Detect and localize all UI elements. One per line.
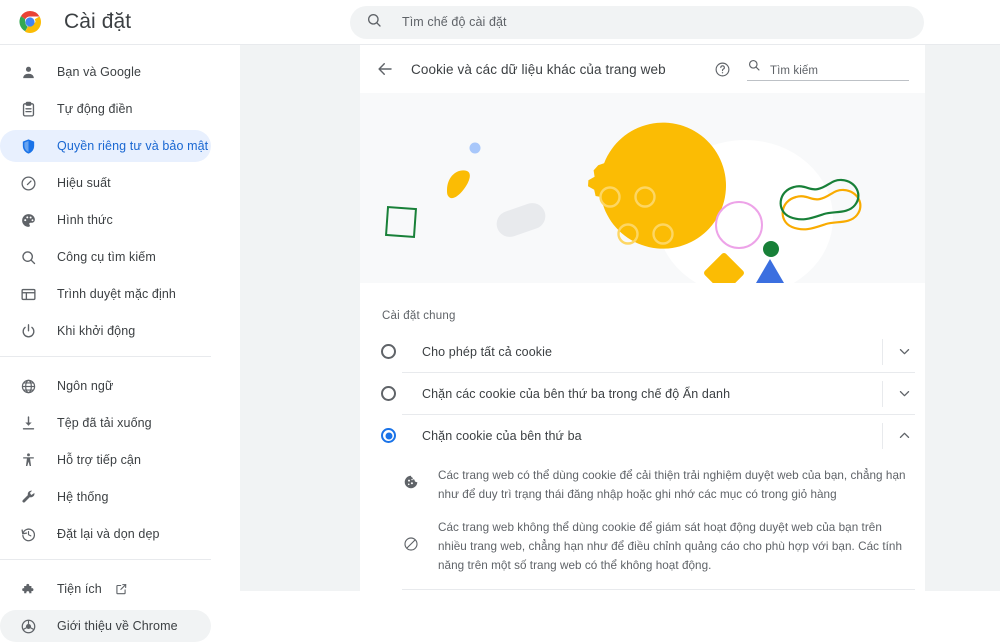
sidebar-item-label: Ngôn ngữ	[57, 379, 114, 393]
option-block-third-party[interactable]: Chặn cookie của bên thứ ba	[360, 415, 925, 456]
help-circle-icon[interactable]	[709, 56, 735, 82]
sidebar-item-label: Giới thiệu về Chrome	[57, 619, 178, 633]
sidebar-item-label: Quyền riêng tư và bảo mật	[57, 139, 209, 153]
sidebar-item-label: Hỗ trợ tiếp cận	[57, 453, 142, 467]
sidebar-item-hinh-thuc[interactable]: Hình thức	[0, 204, 211, 236]
sidebar-item-hieu-suat[interactable]: Hiệu suất	[0, 167, 211, 199]
option-label: Cho phép tất cả cookie	[422, 344, 553, 359]
globe-icon	[18, 376, 38, 396]
content-title: Cookie và các dữ liệu khác của trang web	[411, 61, 666, 77]
section-title: Cài đặt chung	[382, 310, 456, 322]
puzzle-icon	[18, 579, 38, 599]
sidebar-item-ho-tro-tiep-can[interactable]: Hỗ trợ tiếp cận	[0, 444, 211, 476]
content-search-field[interactable]: Tìm kiếm	[747, 58, 909, 81]
chevron-down-icon[interactable]	[883, 344, 925, 359]
option-label: Chặn cookie của bên thứ ba	[422, 428, 582, 443]
radio-button[interactable]	[381, 344, 396, 359]
sidebar-item-ngon-ngu[interactable]: Ngôn ngữ	[0, 370, 211, 402]
shield-icon	[18, 136, 38, 156]
chevron-up-icon[interactable]	[883, 428, 925, 443]
top-bar: Cài đặt Tìm chế độ cài đặt	[0, 0, 1000, 45]
restore-icon	[18, 524, 38, 544]
option-details: Các trang web có thể dùng cookie để cải …	[360, 456, 925, 590]
sidebar-item-label: Hiệu suất	[57, 176, 111, 190]
sidebar-item-trinh-duyet-mac-dinh[interactable]: Trình duyệt mặc định	[0, 278, 211, 310]
sidebar-item-label: Hình thức	[57, 213, 113, 227]
speedometer-icon	[18, 173, 38, 193]
option-label: Chặn các cookie của bên thứ ba trong chế…	[422, 386, 731, 401]
sidebar: Bạn và Google Tự động điền Quyền riêng t…	[0, 45, 240, 642]
wrench-icon	[18, 487, 38, 507]
sidebar-item-label: Đặt lại và dọn dẹp	[57, 527, 160, 541]
sidebar-item-label: Trình duyệt mặc định	[57, 287, 176, 301]
radio-button[interactable]	[381, 386, 396, 401]
sidebar-item-he-thong[interactable]: Hệ thống	[0, 481, 211, 513]
detail-text: Các trang web có thể dùng cookie để cải …	[438, 469, 906, 501]
chrome-logo-icon	[18, 10, 42, 34]
sidebar-item-quyen-rieng-tu-va-bao-mat[interactable]: Quyền riêng tư và bảo mật	[0, 130, 211, 162]
sidebar-divider-2	[0, 559, 211, 560]
sidebar-item-label: Khi khởi động	[57, 324, 136, 338]
search-icon	[18, 247, 38, 267]
sidebar-item-cong-cu-tim-kiem[interactable]: Công cụ tìm kiếm	[0, 241, 211, 273]
sidebar-item-label: Tự động điền	[57, 102, 133, 116]
sidebar-divider-1	[0, 356, 211, 357]
accessibility-icon	[18, 450, 38, 470]
chrome-ring-icon	[18, 616, 38, 636]
page-title: Cài đặt	[64, 10, 132, 33]
search-icon	[366, 12, 382, 33]
sidebar-item-tien-ich[interactable]: Tiện ích	[0, 573, 211, 605]
sidebar-item-khi-khoi-dong[interactable]: Khi khởi động	[0, 315, 211, 347]
clipboard-icon	[18, 99, 38, 119]
chevron-down-icon[interactable]	[883, 386, 925, 401]
block-icon	[402, 536, 420, 552]
external-link-icon[interactable]	[114, 582, 128, 596]
radio-button-selected[interactable]	[381, 428, 396, 443]
bottom-divider	[402, 589, 915, 590]
power-icon	[18, 321, 38, 341]
search-icon	[747, 58, 761, 77]
option-allow-all-cookies[interactable]: Cho phép tất cả cookie	[360, 331, 925, 372]
detail-row-cookie-blocked: Các trang web không thể dùng cookie để g…	[360, 518, 925, 575]
sidebar-item-tu-dong-dien[interactable]: Tự động điền	[0, 93, 211, 125]
settings-search-placeholder: Tìm chế độ cài đặt	[402, 15, 507, 29]
sidebar-item-label: Bạn và Google	[57, 65, 141, 79]
sidebar-item-label: Tệp đã tải xuống	[57, 416, 152, 430]
detail-text: Các trang web không thể dùng cookie để g…	[438, 521, 903, 572]
sidebar-item-label: Công cụ tìm kiếm	[57, 250, 156, 264]
sidebar-item-ban-va-google[interactable]: Bạn và Google	[0, 56, 211, 88]
detail-row-cookie-benefit: Các trang web có thể dùng cookie để cải …	[360, 466, 925, 504]
sidebar-item-dat-lai-va-don-dep[interactable]: Đặt lại và dọn dẹp	[0, 518, 211, 550]
settings-search-box[interactable]: Tìm chế độ cài đặt	[350, 5, 924, 39]
sidebar-item-gioi-thieu-ve-chrome[interactable]: Giới thiệu về Chrome	[0, 610, 211, 642]
content-header: Cookie và các dữ liệu khác của trang web…	[360, 45, 925, 93]
sidebar-item-label: Hệ thống	[57, 490, 109, 504]
browser-icon	[18, 284, 38, 304]
sidebar-item-tep-da-tai-xuong[interactable]: Tệp đã tải xuống	[0, 407, 211, 439]
cookie-options-list: Cho phép tất cả cookie Chặn các cookie c…	[360, 322, 925, 456]
cookie-illustration	[360, 93, 925, 283]
option-block-third-party-incognito[interactable]: Chặn các cookie của bên thứ ba trong chế…	[360, 373, 925, 414]
content-card: Cookie và các dữ liệu khác của trang web…	[360, 45, 925, 591]
download-icon	[18, 413, 38, 433]
person-icon	[18, 62, 38, 82]
sidebar-item-label: Tiện ích	[57, 582, 102, 596]
cookie-icon	[402, 474, 420, 490]
brand: Cài đặt	[0, 10, 350, 34]
cookie-illustration-svg	[384, 122, 862, 283]
content-search-placeholder: Tìm kiếm	[770, 64, 819, 77]
palette-icon	[18, 210, 38, 230]
back-arrow-icon[interactable]	[370, 54, 400, 84]
